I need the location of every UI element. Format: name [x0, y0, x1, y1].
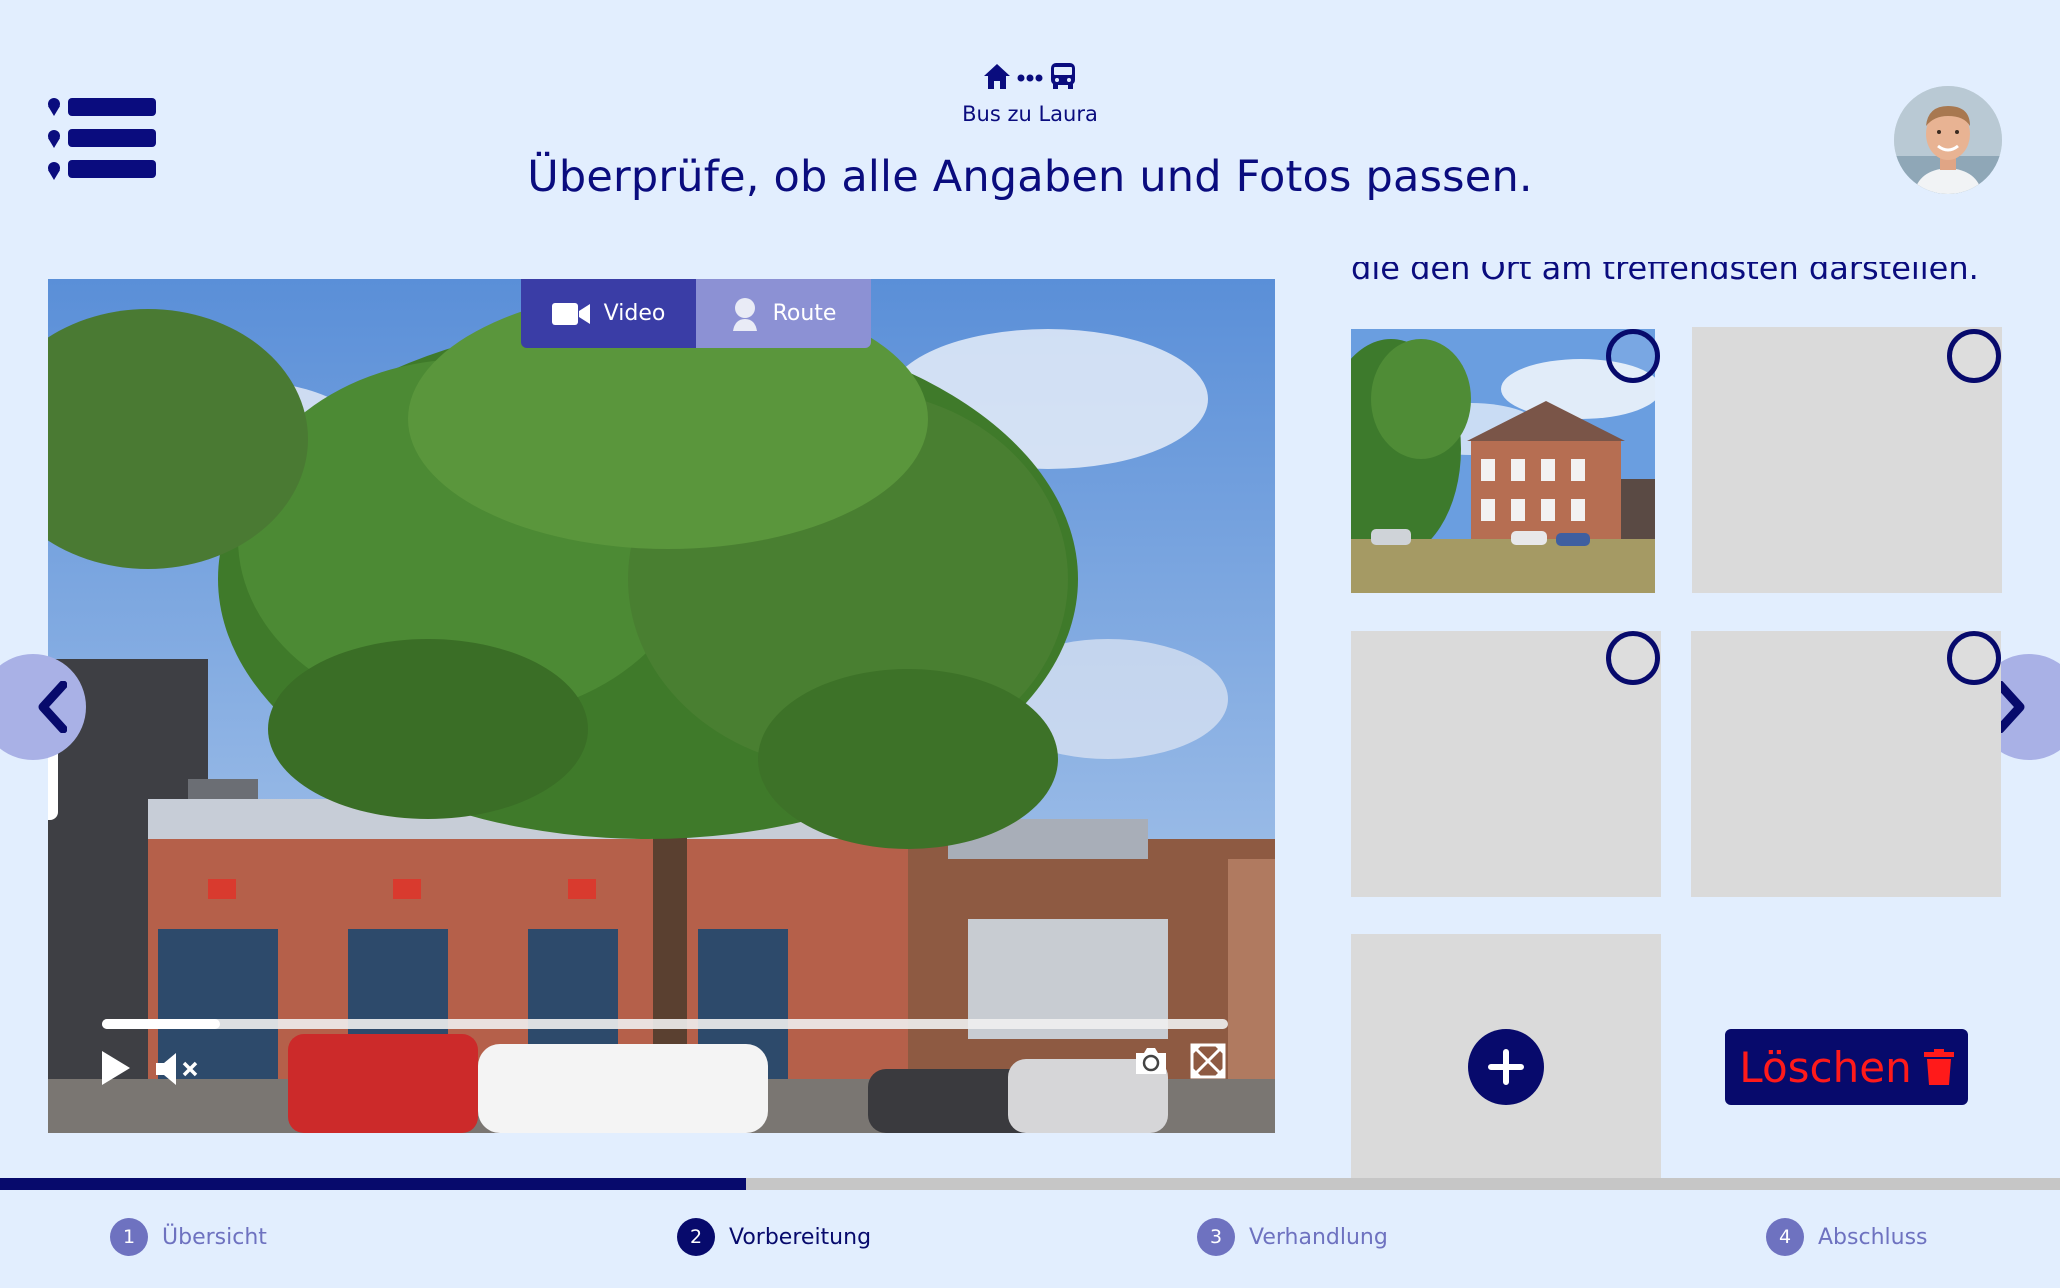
tab-route-label: Route — [772, 301, 837, 326]
home-icon — [984, 64, 1010, 89]
delete-button[interactable]: Löschen — [1725, 1029, 1968, 1105]
step-label: Verhandlung — [1249, 1224, 1388, 1250]
page-title: Überprüfe, ob alle Angaben und Fotos pas… — [527, 152, 1533, 202]
person-pin-icon — [732, 297, 757, 331]
step-label: Vorbereitung — [729, 1224, 872, 1250]
dots-icon — [1017, 74, 1043, 82]
play-icon[interactable] — [100, 1049, 132, 1087]
journey-label: Bus zu Laura — [962, 102, 1098, 126]
photo-instruction-text: die den Ort am treffendsten darstellen. — [1351, 262, 1979, 287]
step-number: 4 — [1766, 1218, 1804, 1256]
video-camera-icon — [551, 302, 590, 325]
step-vorbereitung[interactable]: 2 Vorbereitung — [677, 1218, 871, 1256]
step-number: 1 — [110, 1218, 148, 1256]
video-progress-bar[interactable] — [102, 1019, 1228, 1029]
trash-icon — [1923, 1049, 1954, 1085]
media-tabs: Video Route — [521, 279, 871, 348]
delete-button-label: Löschen — [1739, 1042, 1912, 1092]
photo-select-toggle[interactable] — [1606, 631, 1660, 685]
bus-icon — [1051, 63, 1075, 89]
media-viewer[interactable]: Video Route — [48, 279, 1275, 1133]
photo-select-toggle[interactable] — [1606, 329, 1660, 383]
step-number: 3 — [1197, 1218, 1235, 1256]
step-label: Abschluss — [1818, 1224, 1928, 1250]
step-abschluss[interactable]: 4 Abschluss — [1766, 1218, 1928, 1256]
mute-icon[interactable] — [154, 1051, 200, 1087]
tab-video-label: Video — [603, 301, 666, 326]
add-photo-button[interactable] — [1468, 1029, 1544, 1105]
fullscreen-icon[interactable] — [1190, 1043, 1226, 1079]
snapshot-camera-icon[interactable] — [1133, 1045, 1169, 1077]
tab-route[interactable]: Route — [696, 279, 871, 348]
step-verhandlung[interactable]: 3 Verhandlung — [1197, 1218, 1388, 1256]
plus-icon — [1488, 1049, 1524, 1085]
video-progress-fill — [102, 1019, 221, 1029]
tab-video[interactable]: Video — [521, 279, 696, 348]
step-label: Übersicht — [162, 1224, 267, 1250]
overall-progress-bar — [0, 1178, 2060, 1190]
photo-select-toggle[interactable] — [1947, 329, 2001, 383]
avatar[interactable] — [1894, 86, 2002, 194]
overall-progress-fill — [0, 1178, 746, 1190]
step-ubersicht[interactable]: 1 Übersicht — [110, 1218, 267, 1256]
journey-indicator: Bus zu Laura — [0, 58, 2060, 126]
photo-select-toggle[interactable] — [1947, 631, 2001, 685]
chevron-left-icon — [38, 681, 67, 733]
step-number: 2 — [677, 1218, 715, 1256]
video-frame-image — [48, 279, 1275, 1133]
